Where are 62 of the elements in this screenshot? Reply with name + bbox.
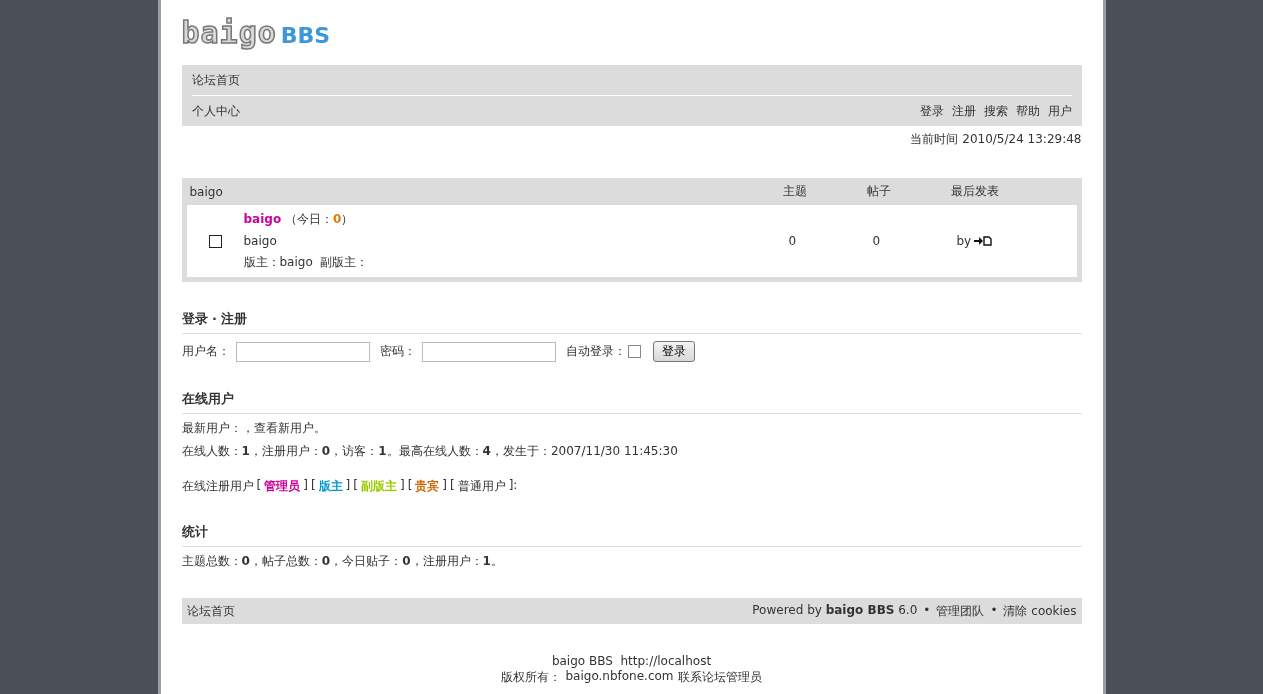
forum-status-icon [208,234,222,248]
forum-link[interactable]: baigo [243,212,282,226]
site-info: baigo BBS http://localhost [551,654,712,668]
bracket: [ [450,478,455,494]
powered-by-text: Powered by baigo BBS 6.0 [752,602,918,619]
today-count: （今日：0） [284,212,354,226]
topic-count: 0 [788,234,798,248]
user-group: 贵宾 [415,478,440,495]
newest-user-text: 最新用户：，查看新用户。 [181,420,327,437]
last-post-by: by [956,234,972,248]
nav-link[interactable]: 帮助 [1015,102,1040,120]
bracket: [ [407,478,413,494]
field-label: 密码： [379,343,416,360]
moderators-text: 版主：baigo 副版主： [243,254,370,271]
bracket: ] [442,478,447,494]
username-field[interactable] [235,341,370,362]
user-group: 管理员 [264,478,301,495]
bracket: ] [303,478,308,494]
bracket: ] [399,478,405,494]
contact-link[interactable]: 联系论坛管理员 [677,669,762,686]
section-title: 在线用户 [181,390,1082,414]
column-header: 最后发表 [950,183,1000,200]
bracket: [ [353,478,358,494]
bracket: [ [310,478,316,494]
post-count: 0 [872,234,882,248]
field-label: 自动登录： [565,343,626,360]
nav-link[interactable]: 个人中心 [191,102,240,120]
nav-link[interactable]: 用户 [1047,102,1072,120]
forum-description: baigo [243,234,278,248]
user-group: 版主 [318,478,343,495]
separator-dot: • [990,602,998,619]
field-label: 用户名： [181,343,230,360]
copyright-label: 版权所有： [501,669,562,686]
current-time: 当前时间 2010/5/24 13:29:48 [909,131,1082,148]
domain-link[interactable]: baigo.nbfone.com [565,669,674,686]
auto-login-checkbox[interactable] [627,345,641,358]
category-title: baigo [189,184,224,199]
stats-text: 主题总数：0，帖子总数：0，今日贴子：0，注册用户：1。 [181,553,504,570]
password-field[interactable] [421,341,556,362]
column-header: 帖子 [866,183,892,200]
separator-dot: • [923,602,931,619]
bracket: [ [256,478,262,494]
bracket: ] [345,478,351,494]
logo-wordmark: baigo [181,16,277,50]
nav-link[interactable]: 注册 [951,102,976,120]
column-header: 主题 [782,183,808,200]
arrow-page-icon[interactable] [974,236,993,246]
logo-product: BBS [280,23,331,48]
nav-link[interactable]: 论坛首页 [191,71,240,89]
user-group: 普通用户 [457,478,506,495]
footer-link[interactable]: 管理团队 [936,602,985,620]
footer-link[interactable]: 清除 cookies [1003,602,1077,620]
user-group: 副版主 [360,478,397,495]
online-counts-text: 在线人数：1，注册用户：0，访客：1。最高在线人数：4，发生于：2007/11/30 11:45:30 [181,443,679,460]
section-title: 统计 [181,523,1082,547]
footer-link[interactable]: 论坛首页 [186,602,235,620]
section-title: 登录 · 注册 [181,310,1082,334]
bracket: ]: [508,478,518,494]
nav-link[interactable]: 搜索 [983,102,1008,120]
groups-label: 在线注册用户 [181,478,254,495]
nav-link[interactable]: 登录 [919,102,944,120]
login-button[interactable]: 登录 [652,341,695,362]
